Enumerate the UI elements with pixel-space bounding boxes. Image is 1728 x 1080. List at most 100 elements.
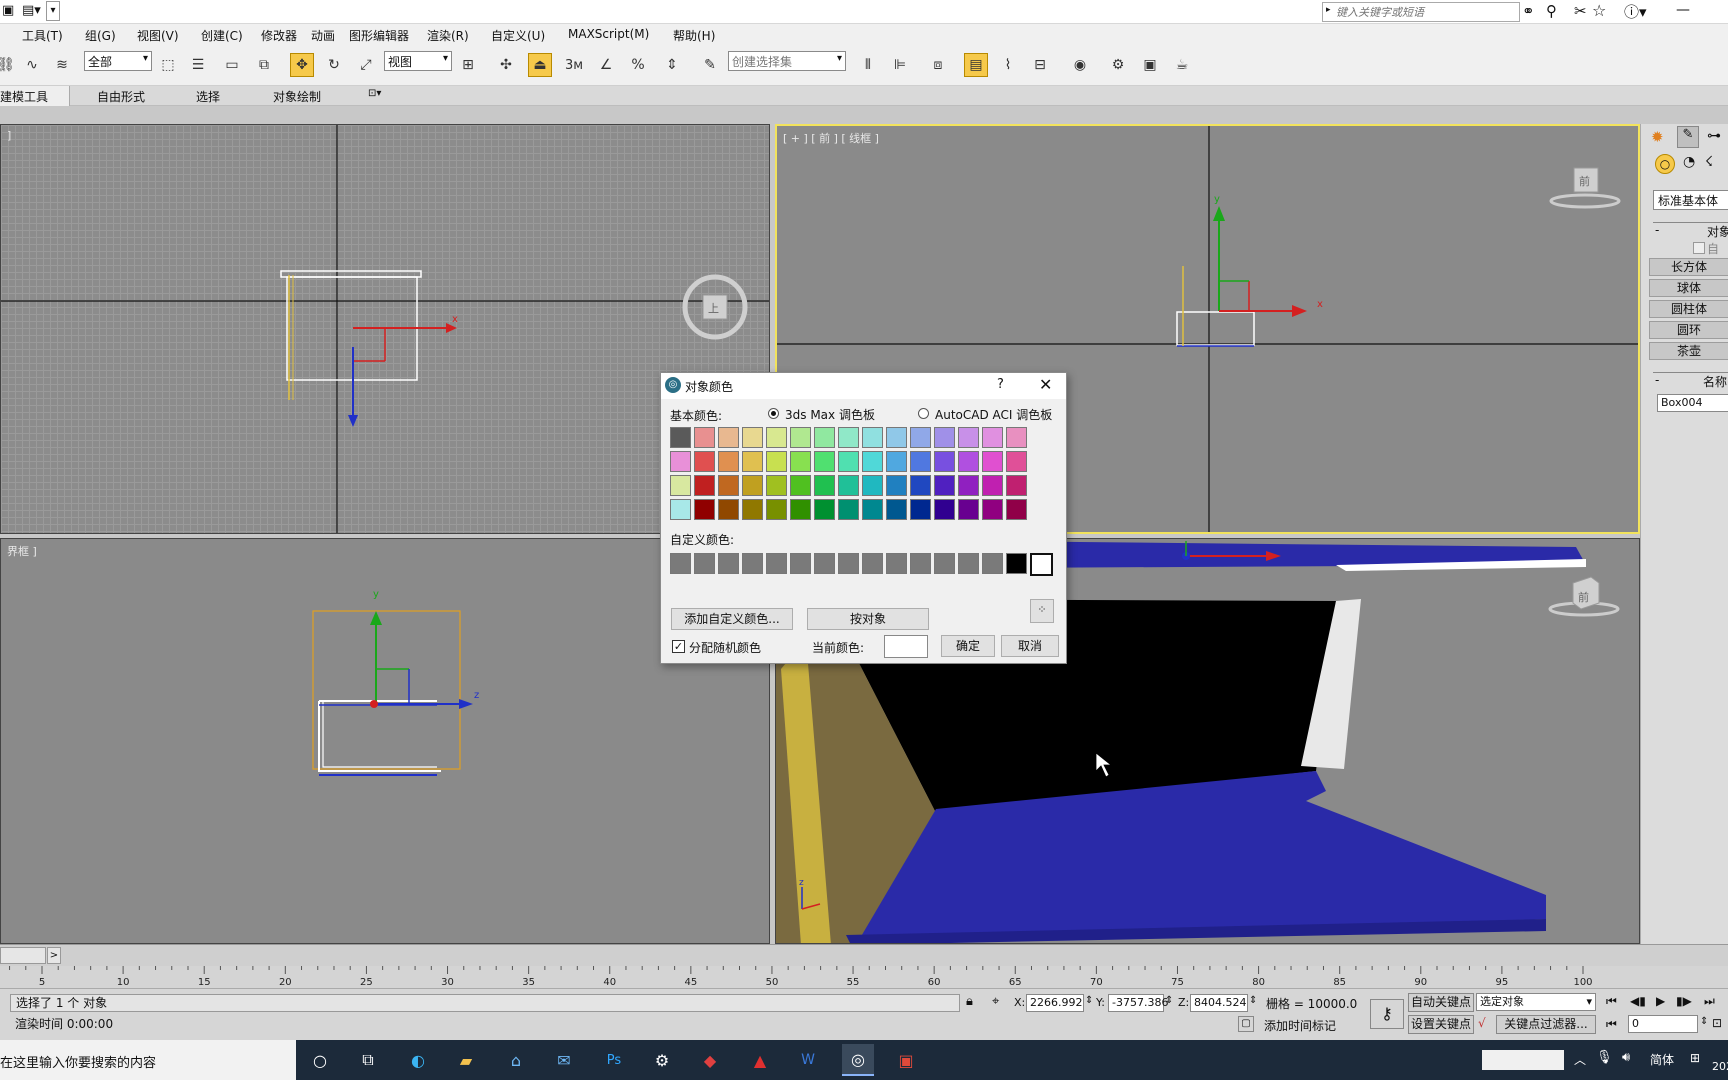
volume-icon[interactable]: 🔊︎: [1622, 1050, 1630, 1065]
basic-color-swatch[interactable]: [886, 475, 907, 496]
file-explorer-icon[interactable]: ▰: [450, 1044, 482, 1076]
search-box[interactable]: ▸: [1322, 2, 1520, 22]
rectangular-selection-icon[interactable]: ▭: [220, 53, 244, 77]
key-filters-button[interactable]: 关键点过滤器...: [1496, 1015, 1596, 1034]
basic-color-swatch[interactable]: [742, 499, 763, 520]
hierarchy-tab-icon[interactable]: ⊶: [1707, 128, 1721, 144]
quick-access-dropdown-icon[interactable]: ▾: [46, 1, 60, 21]
box-button[interactable]: 长方体: [1649, 258, 1728, 276]
select-object-icon[interactable]: ⬚: [156, 53, 180, 77]
basic-color-swatch[interactable]: [982, 451, 1003, 472]
basic-color-swatch[interactable]: [910, 427, 931, 448]
cancel-button[interactable]: 取消: [1001, 635, 1059, 657]
edge-icon[interactable]: ◐: [402, 1044, 434, 1076]
bind-icon[interactable]: ≋: [50, 53, 74, 77]
by-object-button[interactable]: 按对象: [807, 608, 929, 630]
spinner-icon[interactable]: ⇕: [1085, 995, 1093, 1006]
random-color-checkbox[interactable]: ✓: [672, 640, 685, 653]
object-name-field[interactable]: Box004: [1657, 394, 1728, 412]
basic-color-swatch[interactable]: [670, 475, 691, 496]
basic-color-swatch[interactable]: [790, 427, 811, 448]
custom-color-swatch[interactable]: [982, 553, 1003, 574]
basic-color-swatch[interactable]: [742, 475, 763, 496]
basic-color-swatch[interactable]: [838, 499, 859, 520]
cortana-icon[interactable]: ○: [304, 1044, 336, 1076]
basic-color-swatch[interactable]: [718, 427, 739, 448]
basic-color-swatch[interactable]: [838, 427, 859, 448]
modify-tab-icon[interactable]: ✎: [1677, 126, 1699, 148]
basic-color-swatch[interactable]: [1006, 427, 1027, 448]
key-mode-toggle-icon[interactable]: ⏮: [1606, 1017, 1617, 1032]
category-dropdown[interactable]: 标准基本体: [1653, 190, 1728, 210]
menu-maxscript[interactable]: MAXScript(M): [568, 27, 649, 41]
basic-color-swatch[interactable]: [886, 499, 907, 520]
selected-object-dropdown[interactable]: 选定对象 ▾: [1476, 993, 1596, 1011]
material-editor-icon[interactable]: ◉: [1068, 53, 1092, 77]
basic-color-swatch[interactable]: [790, 475, 811, 496]
x-coordinate-field[interactable]: 2266.992: [1026, 994, 1084, 1012]
menu-modifiers[interactable]: 修改器: [261, 27, 297, 44]
angle-snap-icon[interactable]: ∠: [594, 53, 618, 77]
basic-color-swatch[interactable]: [910, 451, 931, 472]
menu-tools[interactable]: 工具(T): [22, 27, 63, 44]
current-frame-field[interactable]: 0: [1628, 1015, 1698, 1033]
render-setup-icon[interactable]: ⚙: [1106, 53, 1130, 77]
basic-color-swatch[interactable]: [718, 499, 739, 520]
select-and-move-icon[interactable]: ✥: [290, 53, 314, 77]
render-teapot-icon[interactable]: ☕: [1170, 53, 1194, 77]
basic-color-swatch[interactable]: [814, 475, 835, 496]
task-view-icon[interactable]: ⧉: [352, 1044, 384, 1076]
keyboard-shortcut-override-icon[interactable]: ⏏: [528, 53, 552, 77]
show-hidden-icons-icon[interactable]: ︿: [1574, 1051, 1586, 1068]
taskbar-text-field[interactable]: [1482, 1050, 1564, 1070]
basic-color-swatch[interactable]: [838, 451, 859, 472]
edit-named-selection-icon[interactable]: ✎: [698, 53, 722, 77]
menu-create[interactable]: 创建(C): [201, 27, 243, 44]
basic-color-swatch[interactable]: [982, 499, 1003, 520]
basic-color-swatch[interactable]: [742, 427, 763, 448]
save-icon[interactable]: ▣: [2, 3, 14, 18]
custom-color-swatch[interactable]: [1006, 553, 1027, 574]
basic-color-swatch[interactable]: [742, 451, 763, 472]
absolute-mode-icon[interactable]: ⌖: [992, 994, 999, 1009]
custom-color-swatch[interactable]: [814, 553, 835, 574]
set-key-button[interactable]: 设置关键点: [1408, 1015, 1474, 1034]
autocad-icon[interactable]: ▲: [744, 1044, 776, 1076]
selection-filter-dropdown[interactable]: 全部 ▾: [84, 51, 152, 71]
ime-indicator[interactable]: 简体: [1650, 1051, 1674, 1068]
3dsmax-taskbar-icon[interactable]: ◎: [842, 1044, 874, 1076]
tools-icon[interactable]: ✂: [1574, 2, 1587, 20]
time-tag-icon[interactable]: ▢: [1238, 1016, 1254, 1032]
binoculars-icon[interactable]: ⚭: [1522, 2, 1535, 20]
basic-color-swatch[interactable]: [790, 451, 811, 472]
time-slider[interactable]: >: [0, 944, 1728, 966]
go-to-end-icon[interactable]: ⏭: [1704, 994, 1715, 1009]
basic-color-swatch[interactable]: [910, 499, 931, 520]
basic-color-swatch[interactable]: [838, 475, 859, 496]
search-expand-icon[interactable]: ▸: [1326, 5, 1331, 15]
basic-color-swatch[interactable]: [910, 475, 931, 496]
ime-settings-icon[interactable]: ⊞: [1690, 1051, 1700, 1065]
mirror-icon[interactable]: ⫴: [856, 53, 880, 77]
time-configuration-icon[interactable]: ⊡: [1712, 1016, 1722, 1030]
camtasia-icon[interactable]: ▣: [890, 1044, 922, 1076]
favorites-star-icon[interactable]: ☆: [1592, 1, 1606, 20]
viewport-top[interactable]: ] x 上: [0, 124, 770, 534]
key-search-icon[interactable]: ⚲: [1546, 2, 1557, 20]
color-picker-icon[interactable]: ⁘: [1030, 599, 1054, 623]
minimize-icon[interactable]: —: [1676, 2, 1690, 18]
palette-max-radio[interactable]: [768, 408, 779, 419]
basic-color-swatch[interactable]: [1006, 451, 1027, 472]
tab-freeform[interactable]: 自由形式: [97, 88, 145, 105]
select-and-rotate-icon[interactable]: ↻: [322, 53, 346, 77]
settings-gear-icon[interactable]: ⚙: [646, 1044, 678, 1076]
basic-color-swatch[interactable]: [718, 451, 739, 472]
basic-color-swatch[interactable]: [862, 475, 883, 496]
basic-color-swatch[interactable]: [1006, 475, 1027, 496]
basic-color-swatch[interactable]: [1006, 499, 1027, 520]
custom-color-swatch[interactable]: [742, 553, 763, 574]
auto-key-button[interactable]: 自动关键点: [1408, 993, 1474, 1012]
current-color-swatch[interactable]: [884, 635, 928, 658]
spinner-icon[interactable]: ⇕: [1165, 995, 1173, 1006]
tab-selection[interactable]: 选择: [196, 88, 220, 105]
